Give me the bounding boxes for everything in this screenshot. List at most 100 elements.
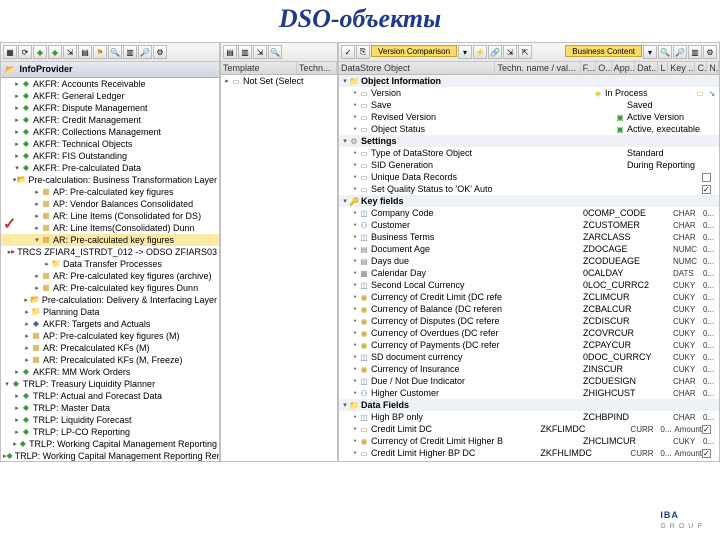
right-tree[interactable]: ▾Object Information•VersionIn Process▭↘•… xyxy=(339,75,719,461)
col-l[interactable]: L xyxy=(658,62,668,74)
expand-icon[interactable]: ▸ xyxy=(13,152,21,160)
tree-row[interactable]: ▸AR: Pre-calculated key figures (archive… xyxy=(1,270,219,282)
rt-dd2-icon[interactable]: ▾ xyxy=(643,45,657,59)
data-row[interactable]: •Credit Limit DCZKFLIMDCCURR0...Amount xyxy=(339,423,719,435)
row-checkbox[interactable] xyxy=(702,449,711,458)
expand-icon[interactable]: ▾ xyxy=(13,164,21,172)
col-app[interactable]: App... xyxy=(612,62,635,74)
collapse-icon[interactable]: ▾ xyxy=(341,401,349,409)
expand-icon[interactable]: ▸ xyxy=(13,92,21,100)
expand-icon[interactable]: ▸ xyxy=(223,77,231,85)
row-checkbox[interactable] xyxy=(702,461,711,462)
tree-row[interactable]: ▸Pre-calculation: Delivery & Interfacing… xyxy=(1,294,219,306)
tree-row[interactable]: ▾AR: Pre-calculated key figures xyxy=(1,234,219,246)
data-row[interactable]: •Currency of Balance (DC referenZCBALCUR… xyxy=(339,303,719,315)
tree-row[interactable]: ▸AKFR: FIS Outstanding xyxy=(1,150,219,162)
tree-row[interactable]: ▸TRCS ZFIAR4_ISTRDT_012 -> ODSO ZFIARS03 xyxy=(1,246,219,258)
expand-icon[interactable]: ▸ xyxy=(13,140,21,148)
expand-icon[interactable]: ▸ xyxy=(33,212,41,220)
data-row[interactable]: •Business TermsZARCLASSCHAR0... xyxy=(339,231,719,243)
expand-icon[interactable]: ▸ xyxy=(13,428,21,436)
tb-settings-icon[interactable]: ⚙ xyxy=(153,45,167,59)
data-row[interactable]: •Document AgeZDOCAGENUMC0... xyxy=(339,243,719,255)
tb-refresh-icon[interactable]: ⟳ xyxy=(18,45,32,59)
col-f[interactable]: F... xyxy=(581,62,597,74)
row-checkbox[interactable] xyxy=(702,173,711,182)
data-row[interactable]: •Second Local Currency0LOC_CURRC2CUKY0..… xyxy=(339,279,719,291)
data-row[interactable]: •CustomerZCUSTOMERCHAR0... xyxy=(339,219,719,231)
row-checkbox[interactable] xyxy=(702,185,711,194)
section-header[interactable]: ▾Data Fields xyxy=(339,399,719,411)
row-checkbox[interactable] xyxy=(702,425,711,434)
data-row[interactable]: •Calendar Day0CALDAYDATS0... xyxy=(339,267,719,279)
collapse-icon[interactable]: ▾ xyxy=(341,137,349,145)
tree-row[interactable]: ▸AP: Pre-calculated key figures (M) xyxy=(1,330,219,342)
mid-tb1-icon[interactable]: ▤ xyxy=(223,45,237,59)
data-row[interactable]: •Currency of Payments (DC referZCPAYCURC… xyxy=(339,339,719,351)
tb-col-icon[interactable]: ▥ xyxy=(123,45,137,59)
mid-tb2-icon[interactable]: ▥ xyxy=(238,45,252,59)
rt-search-icon[interactable]: 🔎 xyxy=(673,45,687,59)
rt-cfg-icon[interactable]: ⚙ xyxy=(703,45,717,59)
tb-flag-icon[interactable]: ⚑ xyxy=(93,45,107,59)
tree-row[interactable]: ▸AR: Pre-calculated key figures Dunn xyxy=(1,282,219,294)
link-icon[interactable]: ↘ xyxy=(707,88,717,98)
mid-item[interactable]: ▸ Not Set (Select xyxy=(221,75,337,87)
expand-icon[interactable]: ▸ xyxy=(12,440,19,448)
tree-row[interactable]: ▸TRLP: Liquidity Forecast xyxy=(1,414,219,426)
data-row[interactable]: •Currency of Credit Limit Higher BZHCLIM… xyxy=(339,435,719,447)
tree-row[interactable]: ▸AR: Precalculated KFs (M) xyxy=(1,342,219,354)
tree-row[interactable]: ▸TRLP: Working Capital Management Report… xyxy=(1,450,219,462)
expand-icon[interactable]: ▸ xyxy=(13,404,21,412)
tree-row[interactable]: ▸AKFR: Collections Management xyxy=(1,126,219,138)
data-row[interactable]: •SID GenerationDuring Reporting xyxy=(339,159,719,171)
collapse-icon[interactable]: ▾ xyxy=(341,197,349,205)
expand-icon[interactable]: ▸ xyxy=(33,200,41,208)
tb-tree-icon[interactable]: ⇲ xyxy=(63,45,77,59)
expand-icon[interactable]: ▸ xyxy=(33,188,41,196)
mid-col2[interactable]: Techn... xyxy=(297,62,337,74)
expand-icon[interactable]: ▸ xyxy=(13,104,21,112)
section-header[interactable]: ▾Key fields xyxy=(339,195,719,207)
data-row[interactable]: •Currency of Credit Limit (DC refeZCLIMC… xyxy=(339,291,719,303)
expand-icon[interactable]: ▾ xyxy=(33,236,41,244)
tree-row[interactable]: ▸AP: Vendor Balances Consolidated xyxy=(1,198,219,210)
col-main[interactable]: DataStore Object xyxy=(339,62,495,74)
tree-row[interactable]: ▸AKFR: Targets and Actuals xyxy=(1,318,219,330)
data-row[interactable]: •Credit Limit USDZKFLIMLC2CURR0...Amount xyxy=(339,459,719,461)
data-row[interactable]: •Currency of Overdues (DC referZCOVRCURC… xyxy=(339,327,719,339)
data-row[interactable]: •Due / Not Due IndicatorZCDUESIGNCHAR0..… xyxy=(339,375,719,387)
rt-cols-icon[interactable]: ▥ xyxy=(688,45,702,59)
expand-icon[interactable]: ▾ xyxy=(3,380,11,388)
data-row[interactable]: •Credit Limit Higher BP DCZKFHLIMDCCURR0… xyxy=(339,447,719,459)
mid-tb3-icon[interactable]: ⇲ xyxy=(253,45,267,59)
expand-icon[interactable]: ▸ xyxy=(13,416,21,424)
data-row[interactable]: •Unique Data Records xyxy=(339,171,719,183)
col-tech[interactable]: Techn. name / val... xyxy=(495,62,580,74)
tree-row[interactable]: ▸AKFR: General Ledger xyxy=(1,90,219,102)
tb-doc-icon[interactable]: ▤ xyxy=(78,45,92,59)
tree-row[interactable]: ▸AKFR: Technical Objects xyxy=(1,138,219,150)
expand-icon[interactable]: ▸ xyxy=(23,308,31,316)
section-header[interactable]: ▾Object Information xyxy=(339,75,719,87)
tree-row[interactable]: ▾AKFR: Pre-calculated Data xyxy=(1,162,219,174)
expand-icon[interactable]: ▸ xyxy=(23,344,31,352)
rt-check-icon[interactable]: ✓ xyxy=(341,45,355,59)
tb-search-icon[interactable]: 🔎 xyxy=(138,45,152,59)
version-comparison-tag[interactable]: Version Comparison xyxy=(371,45,457,57)
col-o[interactable]: O.. xyxy=(596,62,612,74)
tb-cube-icon[interactable]: ▦ xyxy=(3,45,17,59)
expand-icon[interactable]: ▸ xyxy=(33,284,41,292)
tree-row[interactable]: ▸AR: Line Items(Consolidated) Dunn xyxy=(1,222,219,234)
col-n[interactable]: N. xyxy=(707,62,719,74)
rt-expand-icon[interactable]: ⇲ xyxy=(503,45,517,59)
tree-row[interactable]: ▸TRLP: LP-CO Reporting xyxy=(1,426,219,438)
data-row[interactable]: •Currency of Disputes (DC refereZCDISCUR… xyxy=(339,315,719,327)
tree-row[interactable]: ▾TRLP: Treasury Liquidity Planner xyxy=(1,378,219,390)
data-row[interactable]: •Days dueZCODUEAGENUMC0... xyxy=(339,255,719,267)
mid-tb4-icon[interactable]: 🔍 xyxy=(268,45,282,59)
data-row[interactable]: •Company Code0COMP_CODECHAR0... xyxy=(339,207,719,219)
tree-row[interactable]: ▸AR: Line Items (Consolidated for DS) xyxy=(1,210,219,222)
tree-row[interactable]: ▸AKFR: Dispute Management xyxy=(1,102,219,114)
left-tree[interactable]: ▸AKFR: Accounts Receivable▸AKFR: General… xyxy=(1,78,219,462)
